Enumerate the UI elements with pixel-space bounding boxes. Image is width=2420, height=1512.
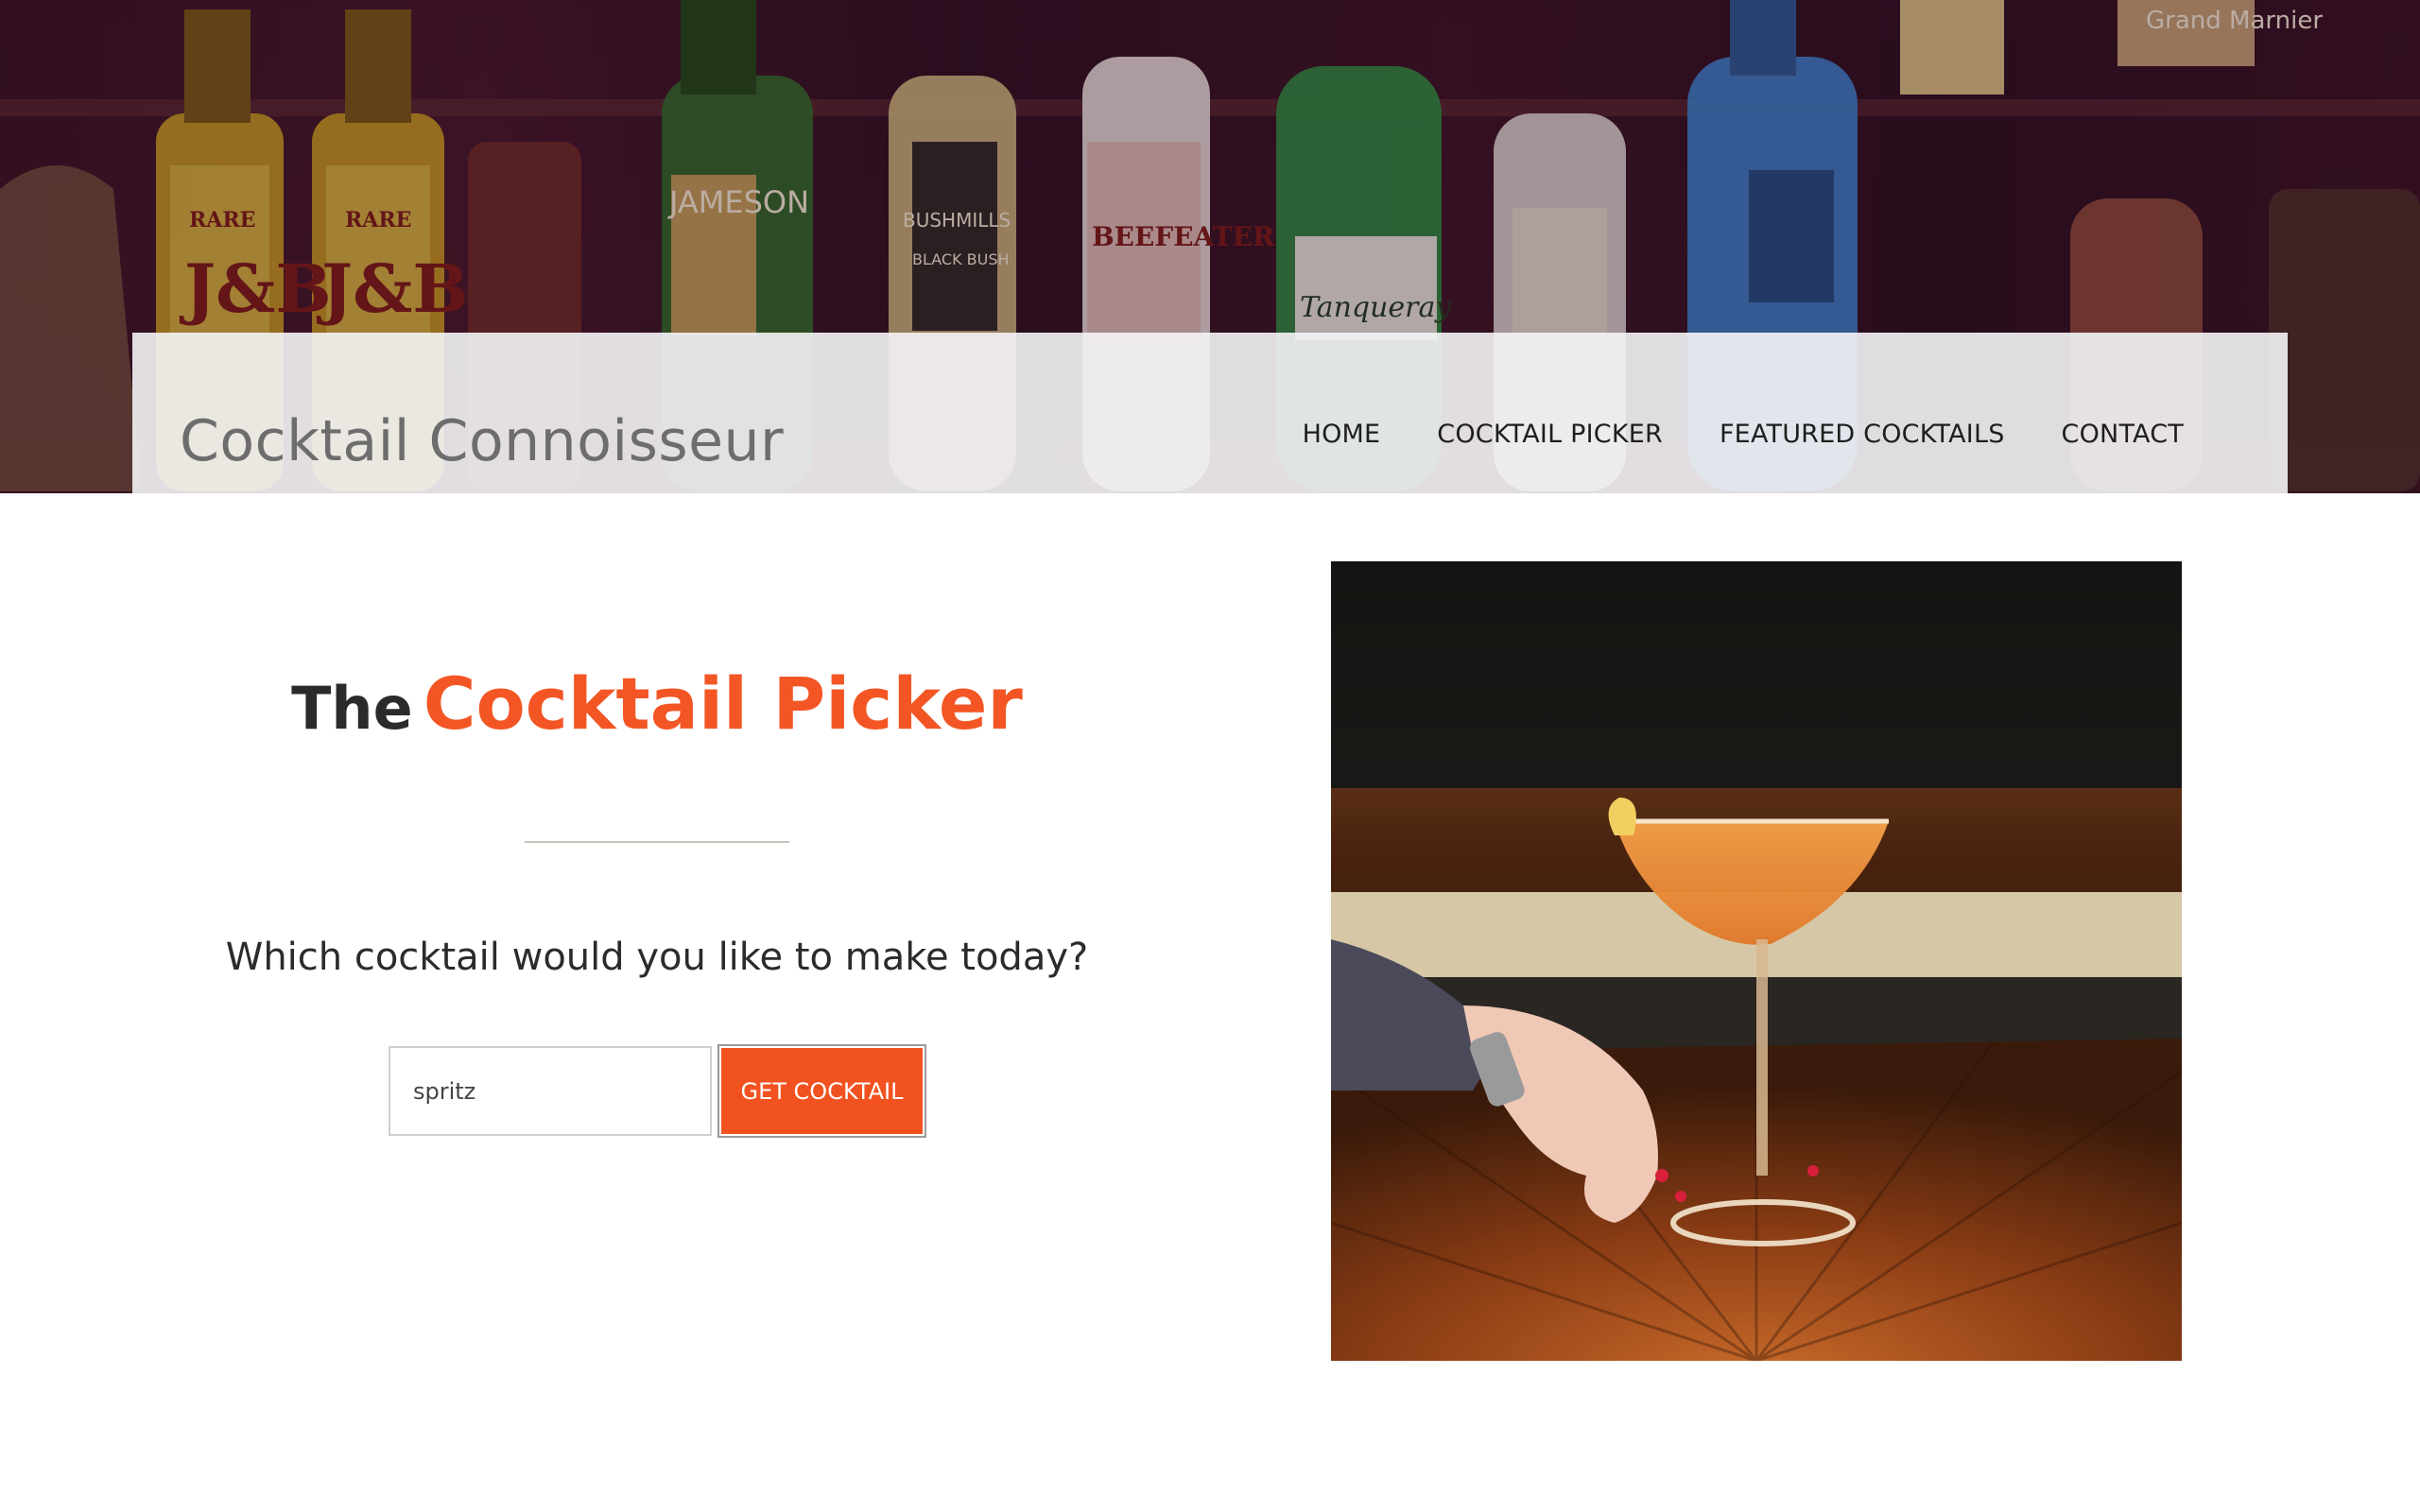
nav-cocktail-picker[interactable]: COCKTAIL PICKER [1437, 420, 1663, 449]
get-cocktail-button[interactable]: GET COCKTAIL [717, 1044, 926, 1138]
main-nav: HOME COCKTAIL PICKER FEATURED COCKTAILS … [1303, 420, 2184, 449]
nav-featured-cocktails[interactable]: FEATURED COCKTAILS [1720, 420, 2005, 449]
picker-question: Which cocktail would you like to make to… [225, 936, 1089, 979]
nav-home[interactable]: HOME [1303, 420, 1381, 449]
cocktail-photo [1331, 561, 2182, 1361]
martini-glass-image [1331, 561, 2182, 1361]
page-title-prefix: The [291, 674, 413, 743]
title-divider [525, 841, 789, 843]
nav-contact[interactable]: CONTACT [2062, 420, 2184, 449]
site-brand[interactable]: Cocktail Connoisseur [180, 408, 784, 474]
page-title-accent: Cocktail Picker [423, 662, 1023, 746]
page-title: The Cocktail Picker [0, 662, 1314, 746]
cocktail-search-input[interactable] [389, 1046, 712, 1136]
top-nav-bar: Cocktail Connoisseur HOME COCKTAIL PICKE… [132, 333, 2288, 493]
